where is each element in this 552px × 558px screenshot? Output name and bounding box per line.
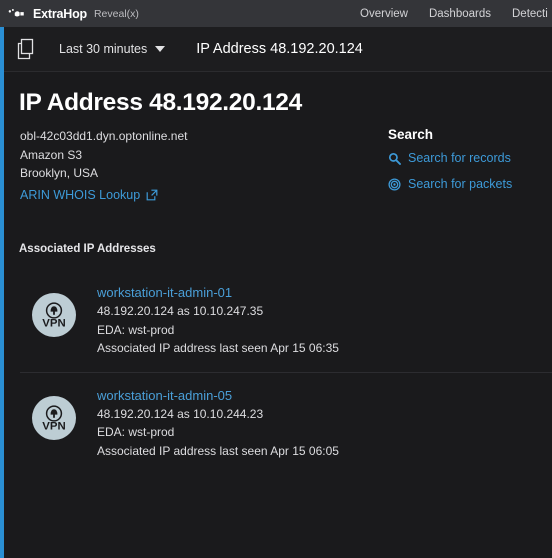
device-name-link[interactable]: workstation-it-admin-01 [97, 283, 339, 302]
extrahop-app-window: ExtraHop Reveal(x) Overview Dashboards D… [0, 0, 552, 558]
nav-item-detections[interactable]: Detections [512, 8, 548, 20]
external-link-icon [146, 189, 158, 201]
extrahop-logo-icon [8, 8, 24, 16]
ip-mapping: 48.192.20.124 as 10.10.244.23 [97, 406, 264, 421]
arin-whois-lookup-link[interactable]: ARIN WHOIS Lookup [20, 188, 158, 202]
main-content: IP Address 48.192.20.124 obl-42c03dd1.dy… [4, 72, 552, 558]
bullseye-icon [388, 177, 401, 191]
brand-product-name: Reveal(x) [93, 7, 139, 20]
top-navigation-bar: ExtraHop Reveal(x) Overview Dashboards D… [0, 0, 552, 27]
list-item[interactable]: VPN workstation-it-admin-05 48.192.20.12… [20, 371, 552, 475]
time-range-label: Last 30 minutes [59, 42, 148, 56]
brand-name: ExtraHop [33, 6, 87, 21]
chevron-down-icon [155, 46, 166, 52]
arin-whois-lookup-label: ARIN WHOIS Lookup [20, 188, 141, 202]
ip-metadata-block: obl-42c03dd1.dyn.optonline.net Amazon S3… [20, 127, 187, 183]
pages-icon[interactable] [17, 38, 37, 60]
last-seen-label: Associated IP address last seen Apr 15 0… [97, 443, 339, 458]
magnifier-icon [388, 152, 401, 165]
top-nav-links: Overview Dashboards Detections [360, 0, 552, 27]
search-for-records-label: Search for records [408, 151, 511, 165]
nav-item-overview[interactable]: Overview [360, 8, 408, 20]
associated-ip-section-label: Associated IP Addresses [19, 243, 156, 255]
meta-hostname: obl-42c03dd1.dyn.optonline.net [20, 129, 188, 143]
eda-label: EDA: wst-prod [97, 425, 175, 439]
search-for-packets-link[interactable]: Search for packets [388, 177, 512, 191]
vpn-device-icon: VPN [32, 395, 76, 440]
search-for-packets-label: Search for packets [408, 177, 513, 191]
search-heading: Search [388, 127, 434, 142]
page-toolbar: Last 30 minutes IP Address 48.192.20.124 [4, 27, 552, 72]
associated-item-details: workstation-it-admin-05 48.192.20.124 as… [97, 385, 339, 461]
meta-location: Brooklyn, USA [20, 166, 99, 180]
ip-mapping: 48.192.20.124 as 10.10.247.35 [97, 304, 264, 318]
list-item[interactable]: VPN workstation-it-admin-01 48.192.20.12… [4, 270, 552, 372]
associated-item-details: workstation-it-admin-01 48.192.20.124 as… [97, 282, 339, 358]
nav-item-dashboards[interactable]: Dashboards [429, 8, 491, 20]
search-panel: Search Search for records Search for pac… [388, 127, 512, 203]
device-name-link[interactable]: workstation-it-admin-05 [97, 386, 339, 405]
page-title: IP Address 48.192.20.124 [19, 89, 302, 116]
meta-organization: Amazon S3 [20, 147, 83, 162]
eda-label: EDA: wst-prod [97, 322, 175, 337]
brand-area: ExtraHop Reveal(x) [0, 7, 139, 21]
svg-text:VPN: VPN [42, 318, 65, 330]
last-seen-label: Associated IP address last seen Apr 15 0… [97, 341, 339, 355]
vpn-device-icon: VPN [32, 293, 76, 337]
search-for-records-link[interactable]: Search for records [388, 151, 512, 165]
associated-ip-list: VPN workstation-it-admin-01 48.192.20.12… [4, 270, 552, 474]
svg-text:VPN: VPN [42, 420, 65, 432]
time-range-selector[interactable]: Last 30 minutes [59, 42, 166, 56]
toolbar-title: IP Address 48.192.20.124 [196, 41, 363, 57]
